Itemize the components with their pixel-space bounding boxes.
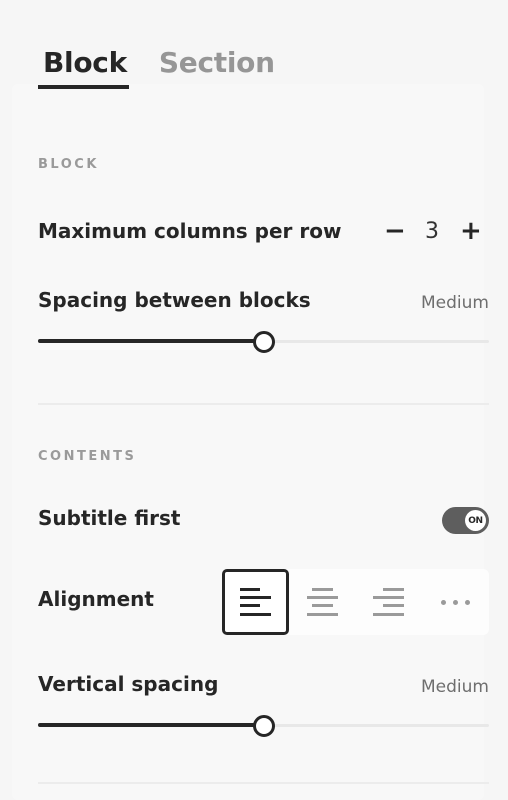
alignment-options xyxy=(222,569,489,635)
tab-block[interactable]: Block xyxy=(38,46,129,89)
alignment-label: Alignment xyxy=(38,587,154,611)
decrement-button[interactable]: − xyxy=(384,216,406,246)
subtitle-first-label: Subtitle first xyxy=(38,506,181,530)
slider-thumb[interactable] xyxy=(252,331,275,353)
spacing-between-blocks-label: Spacing between blocks xyxy=(38,288,311,312)
tab-section[interactable]: Section xyxy=(159,46,275,89)
align-left-button[interactable] xyxy=(222,569,289,635)
slider-thumb[interactable] xyxy=(252,715,275,737)
vertical-spacing-label: Vertical spacing xyxy=(38,672,219,696)
max-columns-stepper: − 3 + xyxy=(384,216,482,246)
subtitle-first-toggle[interactable]: ON xyxy=(442,507,489,534)
more-dots-icon xyxy=(441,599,471,605)
section-heading-contents: CONTENTS xyxy=(38,449,137,464)
align-left-icon xyxy=(239,588,271,616)
increment-button[interactable]: + xyxy=(460,216,482,246)
align-center-icon xyxy=(306,588,338,616)
spacing-between-blocks-value: Medium xyxy=(421,293,489,313)
slider-fill xyxy=(38,339,264,343)
vertical-spacing-value: Medium xyxy=(421,677,489,697)
max-columns-value: 3 xyxy=(425,218,439,244)
slider-fill xyxy=(38,723,264,727)
divider xyxy=(38,782,489,784)
align-center-button[interactable] xyxy=(289,569,356,635)
toggle-knob: ON xyxy=(465,510,486,531)
section-heading-block: BLOCK xyxy=(38,157,99,172)
max-columns-label: Maximum columns per row xyxy=(38,219,342,243)
spacing-between-blocks-slider[interactable] xyxy=(38,331,489,353)
more-options-button[interactable] xyxy=(422,569,489,635)
align-right-button[interactable] xyxy=(356,569,423,635)
vertical-spacing-slider[interactable] xyxy=(38,715,489,737)
align-right-icon xyxy=(373,588,405,616)
divider xyxy=(38,403,489,405)
tab-bar: Block Section xyxy=(38,46,305,89)
